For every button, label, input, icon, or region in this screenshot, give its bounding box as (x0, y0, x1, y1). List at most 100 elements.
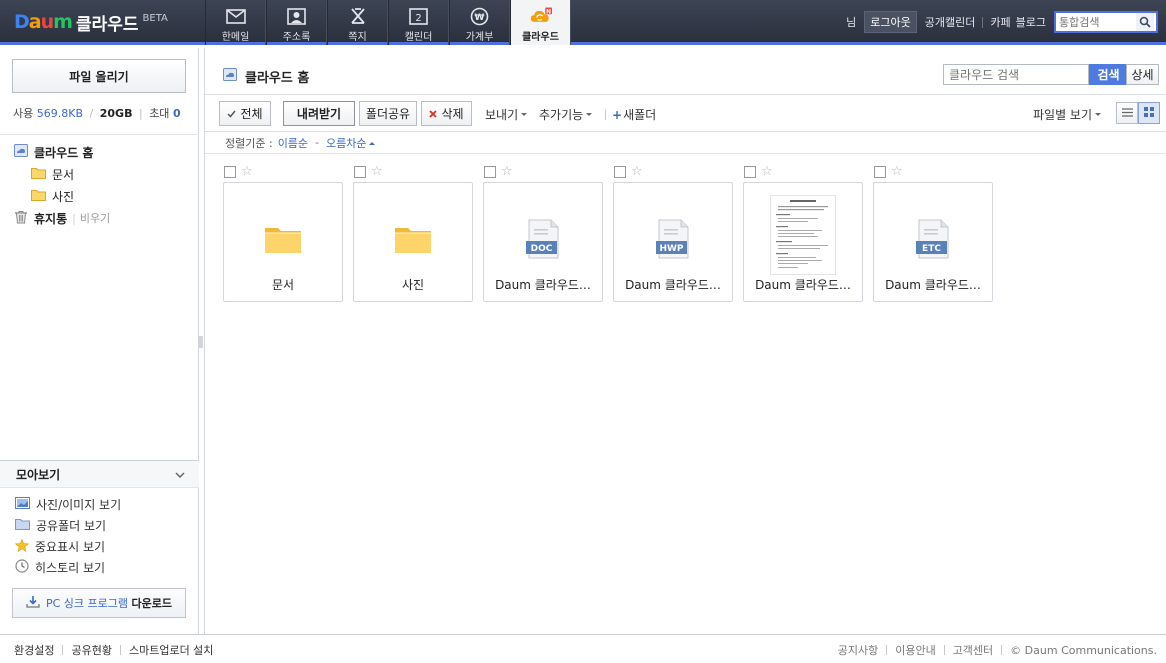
blog-link[interactable]: 블로그 (1016, 14, 1046, 30)
select-checkbox[interactable] (484, 166, 496, 178)
share-folder-button[interactable]: 폴더공유 (359, 101, 417, 126)
sidebar-resize-handle[interactable] (199, 336, 203, 348)
file-card: ☆ DOC Daum 클라우드… (483, 164, 605, 302)
select-checkbox[interactable] (744, 166, 756, 178)
select-checkbox[interactable] (614, 166, 626, 178)
moa-item-shared[interactable]: 공유폴더 보기 (15, 515, 121, 536)
history-icon (15, 559, 29, 576)
file-name: Daum 클라우드… (755, 278, 851, 292)
send-menu[interactable]: 보내기 (485, 106, 528, 123)
search-button[interactable]: 검색 (1089, 64, 1128, 85)
image-icon (15, 497, 30, 512)
star-outline-icon[interactable]: ☆ (631, 165, 643, 178)
smart-uploader-link[interactable]: 스마트업로더 설치 (129, 642, 213, 658)
select-all-button[interactable]: 전체 (219, 101, 271, 126)
svg-text:HWP: HWP (659, 244, 683, 254)
doc-file-icon: DOC (484, 203, 602, 275)
customer-center-link[interactable]: 고객센터 (953, 642, 993, 658)
nav-mail[interactable]: 한메일 (205, 0, 266, 45)
star-outline-icon[interactable]: ☆ (371, 165, 383, 178)
folder-tile[interactable]: 문서 (223, 182, 343, 302)
search-icon[interactable] (1136, 13, 1154, 31)
tree-item-folder[interactable]: 사진 (31, 185, 110, 207)
cloud-search-input[interactable] (943, 64, 1089, 85)
tree-item-trash[interactable]: 휴지통 | 비우기 (14, 207, 110, 229)
star-outline-icon[interactable]: ☆ (761, 165, 773, 178)
file-card: ☆ ETC Daum 클라우드… (873, 164, 995, 302)
file-tile[interactable]: DOC Daum 클라우드… (483, 182, 603, 302)
share-status-link[interactable]: 공유현황 (71, 642, 111, 658)
service-name: 클라우드 (75, 14, 139, 35)
integrated-search (1054, 11, 1158, 33)
empty-trash-link[interactable]: 비우기 (80, 212, 110, 225)
nav-calendar[interactable]: 2 캘린더 (388, 0, 449, 45)
daum-logo-text: Daum (14, 11, 73, 33)
thumbnail-view-button[interactable] (1138, 102, 1160, 124)
star-outline-icon[interactable]: ☆ (241, 165, 253, 178)
select-checkbox[interactable] (874, 166, 886, 178)
grid-view-icon (1144, 106, 1154, 120)
daum-cloud-logo[interactable]: Daum 클라우드 BETA (14, 10, 168, 35)
divider (943, 645, 945, 655)
svg-text:ETC: ETC (922, 244, 941, 254)
svg-text:2: 2 (415, 13, 421, 24)
delete-button[interactable]: 삭제 (421, 101, 472, 126)
toolbar: 전체 내려받기 폴더공유 삭제 보내기 추가기능 + 새폴더 파일별 보기 (205, 94, 1166, 132)
guide-link[interactable]: 이용안내 (895, 642, 935, 658)
nav-label: 클라우드 (522, 32, 559, 43)
detail-search-button[interactable]: 상세 (1126, 64, 1159, 85)
integrated-search-input[interactable] (1056, 13, 1136, 31)
file-tile[interactable]: ETC Daum 클라우드… (873, 182, 993, 302)
account-book-icon: ₩ (469, 6, 491, 26)
sort-order-link[interactable]: 오름차순 (326, 135, 375, 151)
select-checkbox[interactable] (224, 166, 236, 178)
sort-by-name-link[interactable]: 이름순 (278, 135, 308, 151)
nav-cloud[interactable]: N 클라우드 (510, 0, 571, 45)
settings-link[interactable]: 환경설정 (14, 642, 54, 658)
new-folder-button[interactable]: + 새폴더 (612, 106, 656, 123)
view-by-menu[interactable]: 파일별 보기 (1033, 106, 1102, 123)
nav-contacts[interactable]: 주소록 (266, 0, 327, 45)
note-icon (347, 6, 369, 26)
list-view-button[interactable] (1116, 102, 1138, 124)
file-tile[interactable]: HWP Daum 클라우드… (613, 182, 733, 302)
file-name: 사진 (401, 278, 425, 292)
collection-view-header[interactable]: 모아보기 (0, 460, 199, 488)
moa-item-history[interactable]: 히스토리 보기 (15, 557, 121, 578)
page-title: 클라우드 홈 (245, 71, 310, 86)
more-functions-menu[interactable]: 추가기능 (539, 106, 593, 123)
cafe-link[interactable]: 카페 (990, 14, 1010, 30)
nav-account-book[interactable]: ₩ 가계부 (449, 0, 510, 45)
divider (605, 109, 606, 120)
moa-item-starred[interactable]: 중요표시 보기 (14, 536, 121, 557)
calendar-icon: 2 (408, 6, 430, 26)
folder-tile[interactable]: 사진 (353, 182, 473, 302)
copyright: © Daum Communications. (1010, 643, 1157, 657)
beta-label: BETA (142, 12, 168, 24)
star-outline-icon[interactable]: ☆ (891, 165, 903, 178)
hwp-file-icon: HWP (614, 203, 732, 275)
notice-link[interactable]: 공지사항 (838, 642, 878, 658)
public-calendar-link[interactable]: 공개캘린더 (925, 14, 976, 30)
trash-icon (14, 210, 28, 227)
star-outline-icon[interactable]: ☆ (501, 165, 513, 178)
file-card: ☆ 문서 (223, 164, 345, 302)
star-icon (14, 538, 30, 555)
download-button[interactable]: 내려받기 (283, 101, 355, 126)
file-tile[interactable]: Daum 클라우드… (743, 182, 863, 302)
invite-count[interactable]: 0 (173, 107, 181, 120)
moa-item-images[interactable]: 사진/이미지 보기 (15, 494, 121, 515)
tree-item-home[interactable]: 클라우드 홈 (14, 141, 110, 163)
nav-label: 쪽지 (348, 32, 367, 43)
folder-icon (354, 203, 472, 275)
upload-file-button[interactable]: 파일 올리기 (12, 59, 186, 93)
breadcrumb: 클라우드 홈 (223, 67, 309, 86)
select-checkbox[interactable] (354, 166, 366, 178)
logout-button[interactable]: 로그아웃 (864, 11, 917, 33)
pc-sync-download-button[interactable]: PC 싱크 프로그램 다운로드 (12, 588, 186, 618)
sidebar: 파일 올리기 사용 569.8KB / 20GB | 초대 0 클라우드 홈 문… (0, 48, 199, 634)
caret-down-icon (521, 113, 528, 116)
divider (119, 645, 121, 655)
tree-item-folder[interactable]: 문서 (31, 163, 110, 185)
nav-note[interactable]: 쪽지 (327, 0, 388, 45)
